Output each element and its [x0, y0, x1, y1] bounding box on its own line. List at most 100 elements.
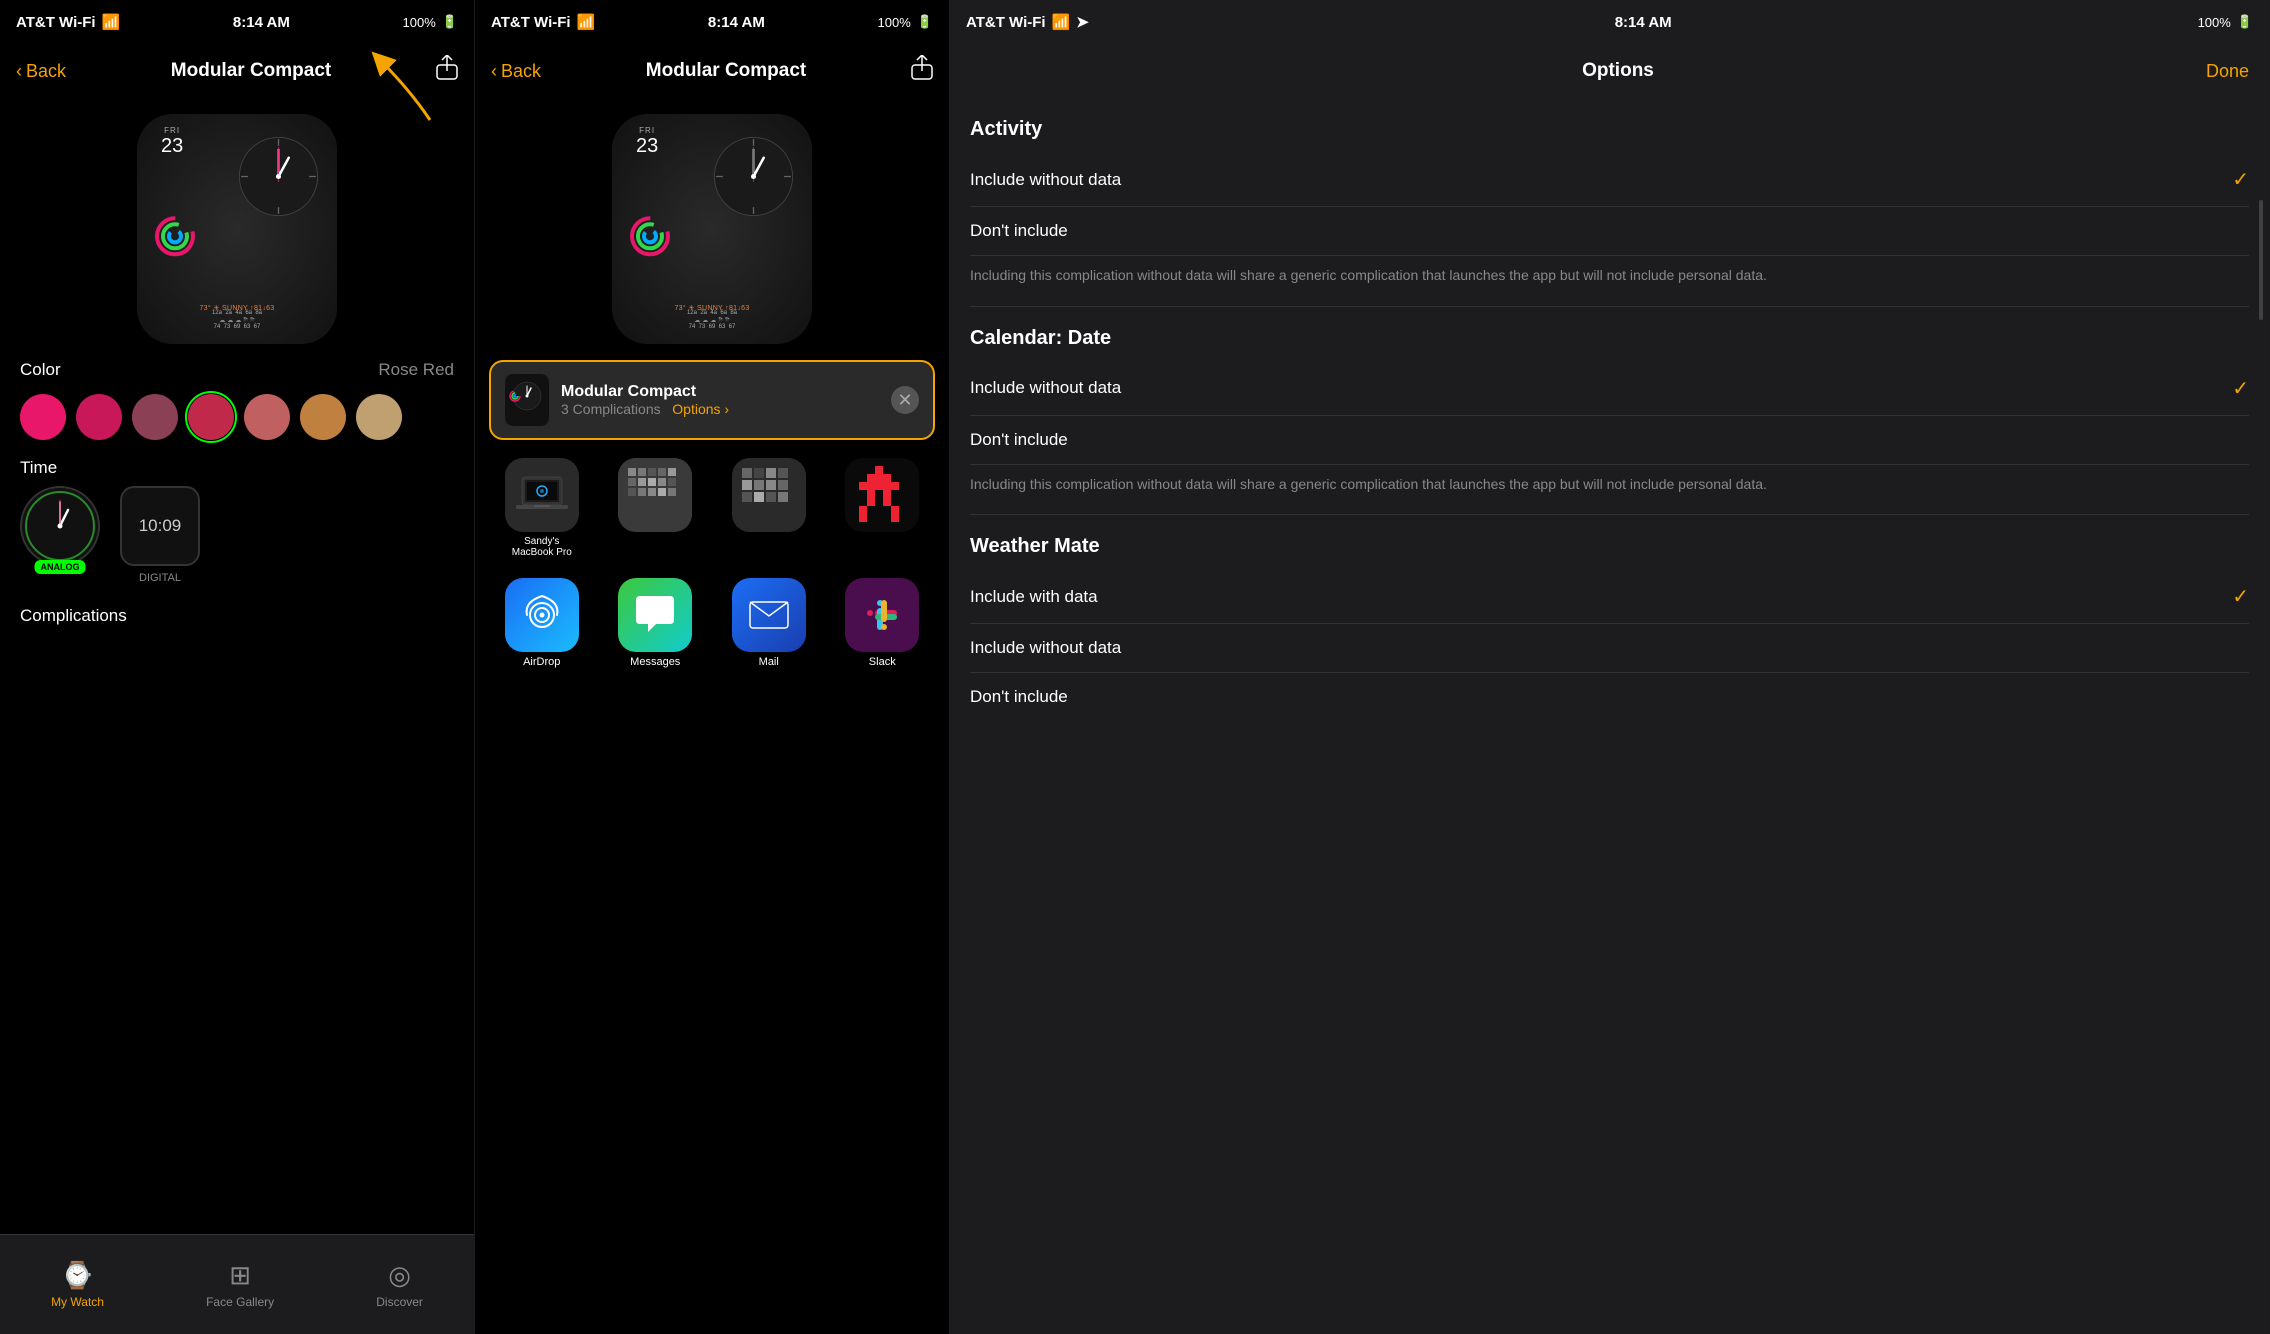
weather-option-2[interactable]: Include without data: [970, 624, 2249, 673]
app-pattern2[interactable]: [716, 458, 822, 558]
time-1: 8:14 AM: [233, 14, 290, 31]
weather-title: Weather Mate: [970, 535, 2249, 558]
share-button-2[interactable]: [911, 55, 933, 87]
weather-option-1-label: Include with data: [970, 587, 1098, 607]
share-card-title: Modular Compact: [561, 383, 879, 401]
status-bar-3: AT&T Wi-Fi 📶 ➤ 8:14 AM 100% 🔋: [950, 0, 2269, 44]
nav-discover[interactable]: ◎ Discover: [376, 1260, 423, 1309]
back-button-2[interactable]: ‹ Back: [491, 61, 541, 82]
share-card[interactable]: Modular Compact 3 Complications Options …: [489, 360, 935, 440]
back-chevron-1: ‹: [16, 61, 22, 82]
status-right-1: 100% 🔋: [403, 14, 458, 30]
red-pixel-icon: [845, 458, 919, 532]
activity-note: Including this complication without data…: [970, 256, 2249, 306]
slack-icon: [845, 578, 919, 652]
options-done-button[interactable]: Done: [2206, 61, 2249, 82]
color-value: Rose Red: [378, 360, 454, 380]
time-section-label: Time: [0, 450, 474, 482]
activity-option-2-label: Don't include: [970, 221, 1068, 241]
calendar-option-1[interactable]: Include without data ✓: [970, 362, 2249, 416]
app-grid-2: AirDrop Messages Mail: [475, 568, 949, 678]
swatch-6[interactable]: [300, 394, 346, 440]
discover-icon: ◎: [388, 1260, 411, 1291]
gallery-icon: ⊞: [229, 1260, 251, 1291]
options-link[interactable]: Options ›: [672, 401, 729, 417]
status-bar-2: AT&T Wi-Fi 📶 8:14 AM 100% 🔋: [475, 0, 949, 44]
swatch-5[interactable]: [244, 394, 290, 440]
app-grid-row1: Sandy'sMacBook Pro: [489, 458, 935, 558]
activity-option-2[interactable]: Don't include: [970, 207, 2249, 256]
discover-label: Discover: [376, 1295, 423, 1309]
app-red-pixel[interactable]: [830, 458, 936, 558]
digital-face: 10:09: [120, 486, 200, 566]
options-title: Options: [1582, 60, 1654, 82]
options-content: Activity Include without data ✓ Don't in…: [950, 98, 2269, 1334]
analog-face: ANALOG: [20, 486, 100, 566]
activity-option-1-label: Include without data: [970, 170, 1121, 190]
calendar-option-1-label: Include without data: [970, 378, 1121, 398]
slack-label: Slack: [869, 656, 896, 668]
battery-icon-2: 🔋: [917, 14, 933, 30]
battery-icon-1: 🔋: [442, 14, 458, 30]
complications-text: Complications: [20, 606, 127, 626]
app-messages[interactable]: Messages: [603, 578, 709, 668]
activity-option-1[interactable]: Include without data ✓: [970, 153, 2249, 207]
analog-option[interactable]: ANALOG: [20, 486, 100, 584]
app-slack[interactable]: Slack: [830, 578, 936, 668]
time-2: 8:14 AM: [708, 14, 765, 31]
macbook-icon: [505, 458, 579, 532]
analog-badge: ANALOG: [35, 560, 86, 574]
app-macbook[interactable]: Sandy'sMacBook Pro: [489, 458, 595, 558]
nav-my-watch[interactable]: ⌚ My Watch: [51, 1260, 104, 1309]
wifi-icon-2: 📶: [577, 13, 596, 31]
digital-label: DIGITAL: [139, 572, 181, 584]
digital-option[interactable]: 10:09 DIGITAL: [120, 486, 200, 584]
status-left-2: AT&T Wi-Fi 📶: [491, 13, 595, 31]
swatch-7[interactable]: [356, 394, 402, 440]
color-section-label: Color Rose Red: [0, 352, 474, 384]
battery-2: 100%: [878, 15, 911, 30]
status-left-3: AT&T Wi-Fi 📶 ➤: [966, 13, 1089, 31]
share-card-info: Modular Compact 3 Complications Options …: [561, 383, 879, 417]
close-button[interactable]: ✕: [891, 386, 919, 414]
options-header: Options Done: [950, 44, 2269, 98]
weather-option-1[interactable]: Include with data ✓: [970, 570, 2249, 624]
messages-label: Messages: [630, 656, 680, 668]
swatch-1[interactable]: [20, 394, 66, 440]
panel-3: AT&T Wi-Fi 📶 ➤ 8:14 AM 100% 🔋 Options Do…: [950, 0, 2270, 1334]
nav-face-gallery[interactable]: ⊞ Face Gallery: [206, 1260, 274, 1309]
app-pattern1[interactable]: [603, 458, 709, 558]
status-right-3: 100% 🔋: [2198, 14, 2253, 30]
complications-count: 3 Complications: [561, 401, 661, 417]
mail-icon: [732, 578, 806, 652]
color-swatches: [0, 384, 474, 450]
weather-option-3[interactable]: Don't include: [970, 673, 2249, 721]
calendar-option-2-label: Don't include: [970, 430, 1068, 450]
pattern2-icon: [732, 458, 806, 532]
swatch-2[interactable]: [76, 394, 122, 440]
pattern1-icon: [618, 458, 692, 532]
app-mail[interactable]: Mail: [716, 578, 822, 668]
location-icon: ➤: [1076, 13, 1089, 31]
panel-1: AT&T Wi-Fi 📶 8:14 AM 100% 🔋 ‹ Back Modul…: [0, 0, 475, 1334]
calendar-title: Calendar: Date: [970, 327, 2249, 350]
back-button-1[interactable]: ‹ Back: [16, 61, 66, 82]
macbook-label: Sandy'sMacBook Pro: [512, 536, 572, 558]
calendar-option-2[interactable]: Don't include: [970, 416, 2249, 465]
weather-option-3-label: Don't include: [970, 687, 1068, 707]
swatch-3[interactable]: [132, 394, 178, 440]
battery-icon-3: 🔋: [2237, 14, 2253, 30]
share-button-1[interactable]: [436, 55, 458, 87]
activity-option-1-check: ✓: [2232, 167, 2249, 192]
swatch-4[interactable]: [188, 394, 234, 440]
app-airdrop[interactable]: AirDrop: [489, 578, 595, 668]
status-right-2: 100% 🔋: [878, 14, 933, 30]
wifi-icon-3: 📶: [1052, 13, 1071, 31]
airdrop-label: AirDrop: [523, 656, 560, 668]
nav-title-1: Modular Compact: [171, 60, 331, 82]
app-grid-1: Sandy'sMacBook Pro: [475, 448, 949, 568]
activity-section: Activity Include without data ✓ Don't in…: [950, 98, 2269, 306]
back-chevron-2: ‹: [491, 61, 497, 82]
carrier-2: AT&T Wi-Fi: [491, 14, 571, 31]
battery-3: 100%: [2198, 15, 2231, 30]
